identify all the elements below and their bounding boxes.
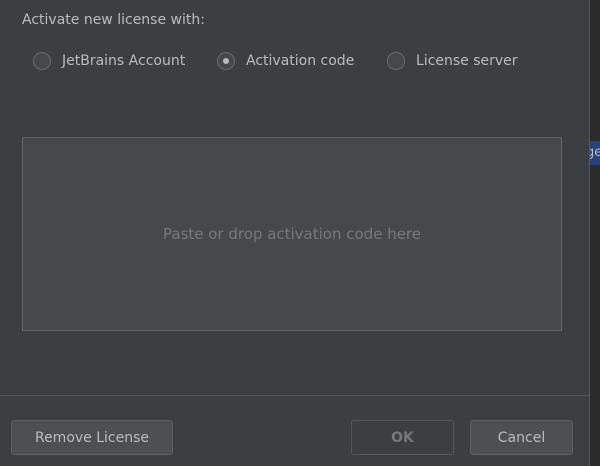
activation-method-heading: Activate new license with: [22,12,205,28]
activation-code-placeholder: Paste or drop activation code here [163,225,421,243]
radio-label-license-server[interactable]: License server [416,53,518,69]
radio-unchecked-icon[interactable] [33,52,51,70]
radio-activation-code[interactable]: Activation code [217,50,354,72]
activation-code-textarea[interactable]: Paste or drop activation code here [22,137,562,331]
background-window-label-fragment: ge [590,141,600,165]
radio-checked-icon[interactable] [217,52,235,70]
radio-jetbrains-account[interactable]: JetBrains Account [33,50,185,72]
radio-unchecked-icon[interactable] [387,52,405,70]
remove-license-button[interactable]: Remove License [11,420,173,455]
license-dialog: Activate new license with: JetBrains Acc… [0,0,589,466]
cancel-button[interactable]: Cancel [470,420,573,455]
radio-license-server[interactable]: License server [387,50,518,72]
background-window-edge [589,0,600,466]
ok-button[interactable]: OK [351,420,454,455]
footer-divider [0,395,589,396]
radio-label-activation-code[interactable]: Activation code [246,53,354,69]
radio-label-jetbrains-account[interactable]: JetBrains Account [62,53,185,69]
